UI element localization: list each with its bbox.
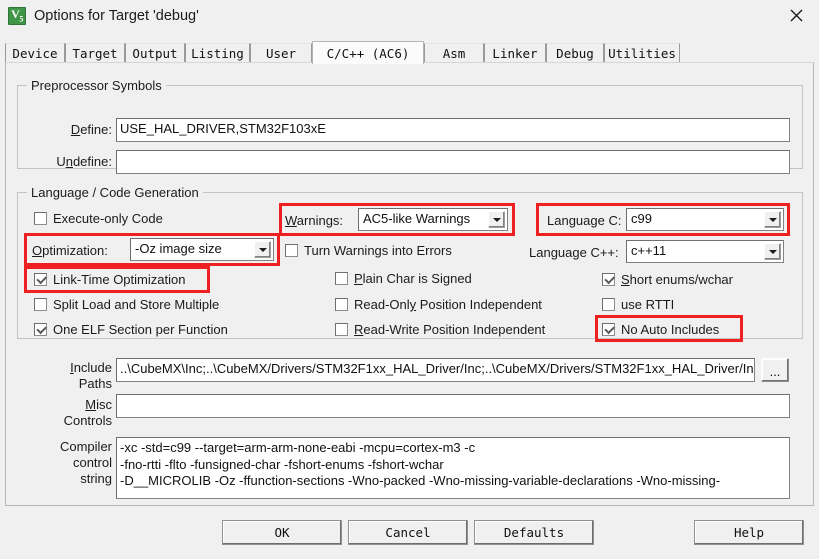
checkbox-one-elf-section-per-function[interactable]: One ELF Section per Function xyxy=(34,322,228,337)
language-cpp-label: Language C++: xyxy=(529,245,619,260)
warnings-value: AC5-like Warnings xyxy=(363,211,471,226)
tab-label: User xyxy=(265,46,297,61)
checkbox-read-write-position-independent[interactable]: Read-Write Position Independent xyxy=(335,322,545,337)
tab-label: Output xyxy=(132,46,178,61)
close-icon xyxy=(790,9,802,22)
checkbox-box xyxy=(34,273,47,286)
checkbox-execute-only-code[interactable]: Execute-only Code xyxy=(34,211,163,226)
tab-label: Debug xyxy=(556,46,594,61)
misc-controls-input[interactable] xyxy=(116,394,790,418)
checkbox-label: use RTTI xyxy=(621,297,675,312)
checkbox-no-auto-includes[interactable]: No Auto Includes xyxy=(602,322,719,337)
checkbox-label: Split Load and Store Multiple xyxy=(53,297,220,312)
group-legend-preprocessor: Preprocessor Symbols xyxy=(27,78,166,93)
chevron-down-icon[interactable] xyxy=(488,211,505,228)
checkbox-label: Read-Write Position Independent xyxy=(354,322,546,337)
title-bar: V5 Options for Target 'debug' xyxy=(0,0,819,32)
defaults-button[interactable]: Defaults xyxy=(474,520,594,545)
checkbox-box xyxy=(602,273,615,286)
checkbox-box xyxy=(602,298,615,311)
tab-output[interactable]: Output xyxy=(125,43,185,63)
tab-device[interactable]: Device xyxy=(5,43,65,63)
tab-target[interactable]: Target xyxy=(65,43,125,63)
checkbox-label: Turn Warnings into Errors xyxy=(304,243,452,258)
define-label: Define: xyxy=(70,122,112,137)
tab-debug[interactable]: Debug xyxy=(546,43,604,63)
compiler-control-label-3: string xyxy=(80,471,112,486)
checkbox-read-only-position-independent[interactable]: Read-Only Position Independent xyxy=(335,297,542,312)
chevron-down-icon[interactable] xyxy=(254,241,271,258)
tab-label: Linker xyxy=(492,46,538,61)
language-cpp-dropdown[interactable]: c++11 xyxy=(626,240,784,263)
checkbox-label: Plain Char is Signed xyxy=(354,271,472,286)
checkbox-label: Short enums/wchar xyxy=(621,272,733,287)
language-c-value: c99 xyxy=(631,211,652,226)
tab-utilities[interactable]: Utilities xyxy=(604,43,680,63)
compiler-control-string-textarea[interactable]: -xc -std=c99 --target=arm-arm-none-eabi … xyxy=(116,437,790,499)
window-title: Options for Target 'debug' xyxy=(34,8,199,24)
chevron-down-icon[interactable] xyxy=(764,211,781,228)
compiler-control-label-1: Compiler xyxy=(59,439,112,454)
include-paths-input[interactable]: ..\CubeMX\Inc;..\CubeMX/Drivers/STM32F1x… xyxy=(116,358,755,382)
checkbox-link-time-optimization[interactable]: Link-Time Optimization xyxy=(34,272,185,287)
checkbox-split-load-and-store-multiple[interactable]: Split Load and Store Multiple xyxy=(34,297,219,312)
ok-button[interactable]: OK xyxy=(222,520,342,545)
tab-linker[interactable]: Linker xyxy=(484,43,546,63)
checkbox-use-rtti[interactable]: use RTTI xyxy=(602,297,674,312)
tab-label: Listing xyxy=(191,46,244,61)
checkbox-box xyxy=(335,272,348,285)
keil-uvision-icon: V5 xyxy=(8,7,26,25)
tab-listing[interactable]: Listing xyxy=(185,43,250,63)
tab-label: Utilities xyxy=(608,46,676,61)
tab-asm[interactable]: Asm xyxy=(424,43,484,63)
checkbox-box xyxy=(34,212,47,225)
include-paths-browse-button[interactable]: ... xyxy=(761,358,789,382)
checkbox-short-enums-wchar[interactable]: Short enums/wchar xyxy=(602,272,733,287)
tab-c-cpp-ac6[interactable]: C/C++ (AC6) xyxy=(312,41,424,64)
tab-label: Target xyxy=(72,46,118,61)
misc-controls-label: Misc xyxy=(85,397,112,412)
language-c-dropdown[interactable]: c99 xyxy=(626,208,784,231)
warnings-dropdown[interactable]: AC5-like Warnings xyxy=(358,208,508,231)
chevron-down-icon[interactable] xyxy=(764,243,781,260)
checkbox-box xyxy=(34,298,47,311)
help-button[interactable]: Help xyxy=(694,520,804,545)
checkbox-box xyxy=(335,298,348,311)
undefine-input[interactable] xyxy=(116,150,790,174)
checkbox-box xyxy=(335,323,348,336)
tab-user[interactable]: User xyxy=(250,43,312,63)
checkbox-label: One ELF Section per Function xyxy=(53,322,228,337)
include-paths-label-2: Paths xyxy=(78,376,112,391)
misc-controls-label-2: Controls xyxy=(63,413,112,428)
checkbox-label: Read-Only Position Independent xyxy=(354,297,542,312)
dialog-button-bar: OK Cancel Defaults Help xyxy=(0,512,819,559)
language-cpp-value: c++11 xyxy=(631,243,667,258)
checkbox-label: Link-Time Optimization xyxy=(53,272,186,287)
group-legend-language: Language / Code Generation xyxy=(27,185,203,200)
undefine-label: Undefine: xyxy=(56,154,112,169)
optimization-label: Optimization: xyxy=(32,243,108,258)
options-dialog: V5 Options for Target 'debug' Device Tar… xyxy=(0,0,819,559)
optimization-value: -Oz image size xyxy=(135,241,222,256)
tab-page-c-cpp: Preprocessor Symbols Define: USE_HAL_DRI… xyxy=(5,62,814,506)
checkbox-label: Execute-only Code xyxy=(53,211,163,226)
checkbox-turn-warnings-into-errors[interactable]: Turn Warnings into Errors xyxy=(285,243,452,258)
tab-label: C/C++ (AC6) xyxy=(326,45,410,61)
compiler-control-label-2: control xyxy=(72,455,112,470)
tab-label: Device xyxy=(12,46,58,61)
warnings-label: Warnings: xyxy=(285,213,344,228)
include-paths-label: Include xyxy=(70,360,112,375)
checkbox-box xyxy=(34,323,47,336)
tab-label: Asm xyxy=(442,46,466,61)
checkbox-plain-char-is-signed[interactable]: Plain Char is Signed xyxy=(335,271,472,286)
checkbox-box xyxy=(285,244,298,257)
tab-strip: Device Target Output Listing User C/C++ … xyxy=(5,41,814,64)
cancel-button[interactable]: Cancel xyxy=(348,520,468,545)
optimization-dropdown[interactable]: -Oz image size xyxy=(130,238,274,261)
close-button[interactable] xyxy=(773,0,819,31)
language-c-label: Language C: xyxy=(547,213,622,228)
checkbox-label: No Auto Includes xyxy=(621,322,720,337)
checkbox-box xyxy=(602,323,615,336)
define-input[interactable]: USE_HAL_DRIVER,STM32F103xE xyxy=(116,118,790,142)
